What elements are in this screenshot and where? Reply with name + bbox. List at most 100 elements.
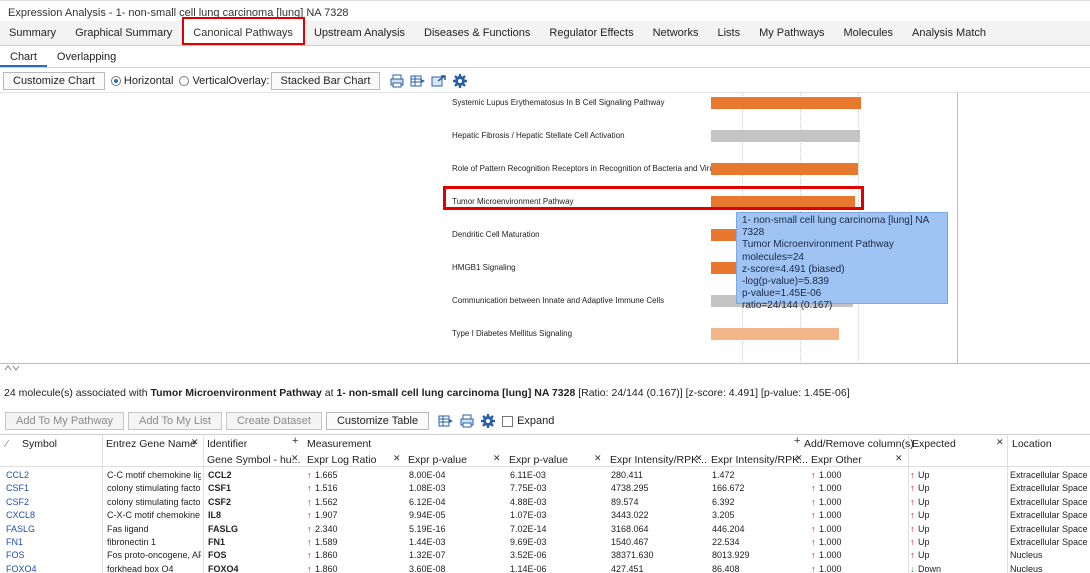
cell-i1: 1540.467 bbox=[611, 537, 649, 547]
add-remove-columns-link[interactable]: Add/Remove column(s) bbox=[804, 438, 914, 450]
close-icon[interactable]: ✕ bbox=[895, 453, 903, 464]
add-to-my-pathway-button[interactable]: Add To My Pathway bbox=[5, 412, 125, 430]
tab-upstream-analysis[interactable]: Upstream Analysis bbox=[305, 21, 415, 45]
table-row[interactable]: FOSFos proto-oncogene, AP-1FOS↑1.8601.32… bbox=[0, 549, 1090, 562]
column-header-expr-p-value[interactable]: Expr p-value bbox=[408, 454, 467, 466]
tab-lists[interactable]: Lists bbox=[708, 21, 750, 45]
close-icon[interactable]: ✕ bbox=[393, 453, 401, 464]
share-icon[interactable] bbox=[431, 73, 447, 89]
column-header-gene-symbol[interactable]: Gene Symbol - hu... bbox=[207, 454, 300, 466]
gear-icon[interactable] bbox=[480, 413, 496, 429]
column-header-expr-log-ratio[interactable]: Expr Log Ratio bbox=[307, 454, 376, 466]
cell-symbol[interactable]: CSF2 bbox=[6, 497, 100, 507]
overlay-select[interactable]: Stacked Bar Chart bbox=[270, 72, 381, 90]
main-tab-bar: Summary Graphical Summary Canonical Path… bbox=[0, 17, 1090, 46]
pathway-label[interactable]: Systemic Lupus Erythematosus In B Cell S… bbox=[452, 98, 665, 107]
add-column-icon[interactable]: + bbox=[292, 435, 298, 447]
customize-table-button[interactable]: Customize Table bbox=[325, 412, 430, 430]
column-header-expr-intensity[interactable]: Expr Intensity/RPK... bbox=[610, 454, 707, 466]
table-row[interactable]: CSF2 colony stimulating factor 2 CSF2 ↑ 1.56… bbox=[0, 496, 1090, 509]
cell-symbol[interactable]: FOS bbox=[6, 550, 100, 560]
column-header-identifier[interactable]: Identifier bbox=[207, 438, 247, 450]
pathway-label[interactable]: HMGB1 Signaling bbox=[452, 263, 516, 272]
tab-diseases-functions[interactable]: Diseases & Functions bbox=[415, 21, 540, 45]
tab-graphical-summary[interactable]: Graphical Summary bbox=[66, 21, 182, 45]
close-icon[interactable]: ✕ bbox=[695, 453, 703, 464]
export-table-icon[interactable] bbox=[438, 413, 454, 429]
customize-chart-button[interactable]: Customize Chart bbox=[3, 72, 105, 90]
pathway-bar[interactable] bbox=[711, 163, 858, 175]
cell-i1: 38371.630 bbox=[611, 550, 654, 561]
close-icon[interactable]: ✕ bbox=[291, 453, 299, 464]
close-icon[interactable]: ✕ bbox=[594, 453, 602, 464]
close-icon[interactable]: ✕ bbox=[996, 437, 1004, 448]
pathway-label[interactable]: Dendritic Cell Maturation bbox=[452, 230, 540, 239]
close-icon[interactable]: ✕ bbox=[191, 437, 199, 448]
column-header-entrez[interactable]: Entrez Gene Name bbox=[106, 438, 196, 450]
summary-pathway: Tumor Microenvironment Pathway bbox=[150, 387, 322, 399]
printer-icon[interactable] bbox=[459, 413, 475, 429]
cell-other: 1.000 bbox=[819, 563, 842, 573]
cell-symbol[interactable]: CCL2 bbox=[6, 470, 100, 480]
column-header-expected[interactable]: Expected bbox=[912, 438, 956, 450]
arrow-up-icon: ↑ bbox=[811, 563, 816, 573]
pathway-bar[interactable] bbox=[711, 130, 860, 142]
pathway-bar[interactable] bbox=[711, 97, 861, 109]
gear-icon[interactable] bbox=[452, 73, 468, 89]
pathway-label[interactable]: Communication between Innate and Adaptiv… bbox=[452, 296, 664, 305]
table-row[interactable]: FN1 fibronectin 1 FN1 ↑ 1.589 1.44E-03 9.69E-0… bbox=[0, 536, 1090, 549]
cell-symbol[interactable]: FASLG bbox=[6, 524, 100, 534]
tab-regulator-effects[interactable]: Regulator Effects bbox=[540, 21, 643, 45]
close-icon[interactable]: ✕ bbox=[795, 453, 803, 464]
summary-prefix: 24 molecule(s) associated with bbox=[4, 387, 148, 399]
arrow-down-icon: ↓ bbox=[910, 563, 915, 573]
expand-checkbox[interactable] bbox=[502, 415, 514, 427]
horizontal-label: Horizontal bbox=[123, 75, 174, 87]
export-table-icon[interactable] bbox=[410, 73, 426, 89]
column-header-expr-intensity-2[interactable]: Expr Intensity/RPK... bbox=[711, 454, 808, 466]
collapse-icon[interactable] bbox=[4, 363, 20, 373]
cell-symbol[interactable]: CXCL8 bbox=[6, 510, 100, 520]
add-to-my-list-button[interactable]: Add To My List bbox=[128, 412, 222, 430]
tab-networks[interactable]: Networks bbox=[644, 21, 709, 45]
horizontal-radio[interactable] bbox=[110, 76, 121, 86]
table-row[interactable]: FOXO4 forkhead box O4 FOXO4 ↑ 1.860 3.60E-08 1… bbox=[0, 563, 1090, 573]
column-header-expr-other[interactable]: Expr Other bbox=[811, 454, 862, 466]
tab-my-pathways[interactable]: My Pathways bbox=[750, 21, 834, 45]
cell-i2: 446.204 bbox=[712, 523, 745, 534]
tab-summary[interactable]: Summary bbox=[0, 21, 66, 45]
cell-p2: 4.88E-03 bbox=[510, 496, 547, 507]
sort-icon[interactable]: ⁄ bbox=[6, 438, 8, 450]
create-dataset-button[interactable]: Create Dataset bbox=[225, 412, 322, 430]
column-header-symbol[interactable]: Symbol bbox=[22, 438, 57, 450]
printer-icon[interactable] bbox=[389, 73, 405, 89]
tab-canonical-pathways[interactable]: Canonical Pathways bbox=[182, 17, 305, 45]
cell-symbol[interactable]: FN1 bbox=[6, 537, 100, 547]
cell-i2: 8013.929 bbox=[712, 550, 750, 561]
subtab-overlapping[interactable]: Overlapping bbox=[47, 46, 126, 67]
table-row[interactable]: CSF1 colony stimulating factor 1 CSF1 ↑ 1.51… bbox=[0, 482, 1090, 495]
column-header-location[interactable]: Location bbox=[1012, 438, 1052, 450]
pathway-bar[interactable] bbox=[711, 328, 839, 340]
arrow-up-icon: ↑ bbox=[307, 470, 312, 480]
arrow-up-icon: ↑ bbox=[811, 496, 816, 507]
tab-molecules[interactable]: Molecules bbox=[835, 21, 904, 45]
vertical-radio[interactable] bbox=[179, 76, 190, 86]
cell-symbol[interactable]: CSF1 bbox=[6, 483, 100, 493]
close-icon[interactable]: ✕ bbox=[493, 453, 501, 464]
table-row[interactable]: CCL2C-C motif chemokine ligand 2CCL2↑1.6… bbox=[0, 469, 1090, 482]
cell-symbol[interactable]: FOXO4 bbox=[6, 564, 100, 573]
cell-entrez: C-X-C motif chemokine ligand 8 bbox=[107, 510, 201, 521]
table-row[interactable]: FASLG Fas ligand FASLG ↑ 2.340 5.19E-16 7.02E-… bbox=[0, 523, 1090, 536]
tooltip-line: z-score=4.491 (biased) bbox=[742, 263, 845, 275]
pathway-label[interactable]: Hepatic Fibrosis / Hepatic Stellate Cell… bbox=[452, 131, 625, 140]
column-header-expr-p-value-2[interactable]: Expr p-value bbox=[509, 454, 568, 466]
subtab-chart[interactable]: Chart bbox=[0, 46, 47, 67]
pathway-label[interactable]: Role of Pattern Recognition Receptors in… bbox=[452, 164, 726, 173]
table-row[interactable]: CXCL8C-X-C motif chemokine ligand 8IL8↑1… bbox=[0, 509, 1090, 522]
cell-p1: 1.32E-07 bbox=[409, 550, 446, 561]
add-column-icon[interactable]: + bbox=[794, 435, 800, 447]
tab-analysis-match[interactable]: Analysis Match bbox=[903, 21, 996, 45]
pathway-label[interactable]: Type I Diabetes Mellitus Signaling bbox=[452, 329, 572, 338]
window-title: Expression Analysis - 1- non-small cell … bbox=[0, 0, 1090, 21]
